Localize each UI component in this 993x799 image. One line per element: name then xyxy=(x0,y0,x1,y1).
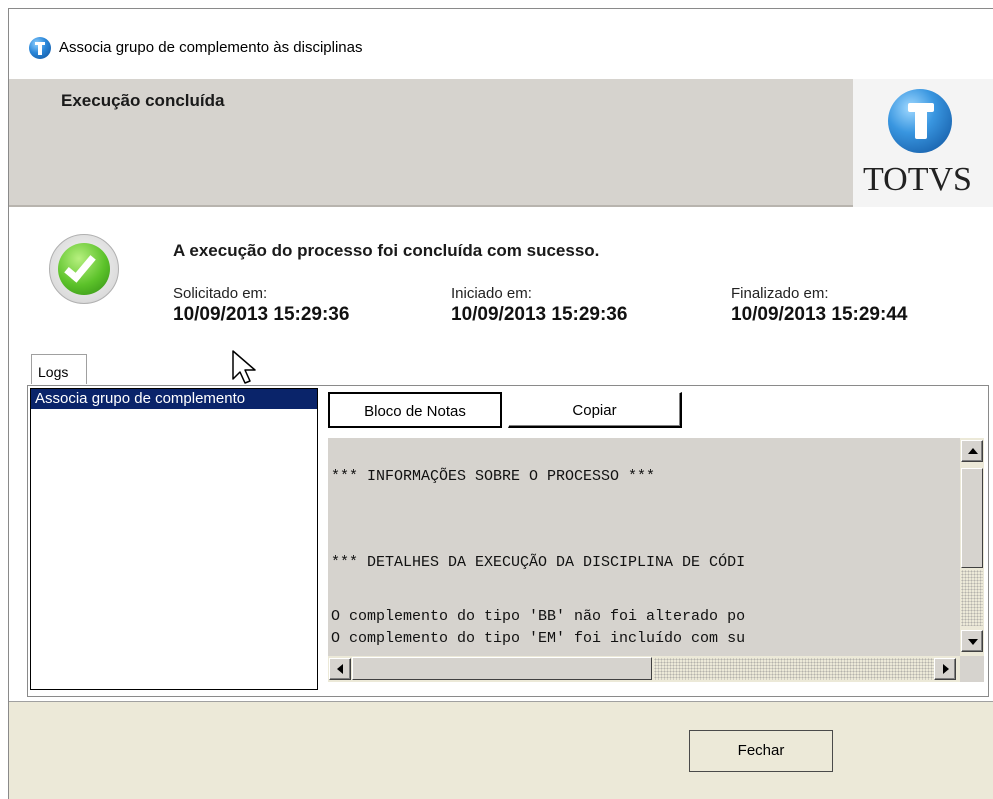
list-item[interactable]: Associa grupo de complemento xyxy=(31,389,317,409)
tab-logs[interactable]: Logs xyxy=(31,354,87,384)
copy-button[interactable]: Copiar xyxy=(508,392,682,428)
started-info: Iniciado em: 10/09/2013 15:29:36 xyxy=(451,285,627,326)
vertical-scrollbar[interactable] xyxy=(960,438,984,656)
log-line: O complemento do tipo 'BB' não foi alter… xyxy=(331,608,746,625)
footer-bar: Fechar xyxy=(9,701,993,799)
requested-label: Solicitado em: xyxy=(173,285,268,302)
main-content: A execução do processo foi concluída com… xyxy=(9,209,993,699)
totvs-app-icon xyxy=(29,37,51,59)
scroll-right-button[interactable] xyxy=(934,658,956,680)
log-line: *** INFORMAÇÕES SOBRE O PROCESSO *** xyxy=(331,468,656,485)
scroll-down-button[interactable] xyxy=(961,630,983,652)
logs-panel: Associa grupo de complemento Bloco de No… xyxy=(27,385,989,697)
header-title: Execução concluída xyxy=(61,91,225,110)
scrollbar-corner xyxy=(960,656,984,682)
started-label: Iniciado em: xyxy=(451,285,532,302)
requested-info: Solicitado em: 10/09/2013 15:29:36 xyxy=(173,285,349,326)
notepad-button[interactable]: Bloco de Notas xyxy=(328,392,502,428)
totvs-logo: TOTVS xyxy=(853,79,993,207)
horizontal-scroll-thumb[interactable] xyxy=(352,657,652,680)
finished-info: Finalizado em: 10/09/2013 15:29:44 xyxy=(731,285,907,326)
title-bar: Associa grupo de complemento às discipli… xyxy=(9,9,993,79)
header-banner: Execução concluída TOTVS xyxy=(9,79,993,207)
success-message: A execução do processo foi concluída com… xyxy=(173,241,600,260)
arrow-up-icon xyxy=(968,448,978,454)
window-title: Associa grupo de complemento às discipli… xyxy=(59,39,363,56)
requested-value: 10/09/2013 15:29:36 xyxy=(173,304,350,325)
arrow-right-icon xyxy=(943,664,949,674)
mouse-pointer-icon xyxy=(232,350,256,384)
log-text-area[interactable]: *** INFORMAÇÕES SOBRE O PROCESSO *** ***… xyxy=(328,438,960,656)
logo-text: TOTVS xyxy=(863,161,972,198)
scroll-up-button[interactable] xyxy=(961,440,983,462)
started-value: 10/09/2013 15:29:36 xyxy=(451,304,628,325)
horizontal-scrollbar[interactable] xyxy=(328,656,960,682)
vertical-scroll-thumb[interactable] xyxy=(961,468,983,568)
finished-label: Finalizado em: xyxy=(731,285,829,302)
scroll-left-button[interactable] xyxy=(329,658,351,680)
dialog-window: Associa grupo de complemento às discipli… xyxy=(8,8,993,799)
globe-icon xyxy=(888,89,952,153)
log-line: *** DETALHES DA EXECUÇÃO DA DISCIPLINA D… xyxy=(331,554,746,571)
close-button[interactable]: Fechar xyxy=(689,730,833,772)
success-check-icon xyxy=(49,234,119,304)
finished-value: 10/09/2013 15:29:44 xyxy=(731,304,908,325)
arrow-down-icon xyxy=(968,639,978,645)
log-line: O complemento do tipo 'EM' foi incluído … xyxy=(331,630,746,647)
arrow-left-icon xyxy=(337,664,343,674)
log-list[interactable]: Associa grupo de complemento xyxy=(30,388,318,690)
